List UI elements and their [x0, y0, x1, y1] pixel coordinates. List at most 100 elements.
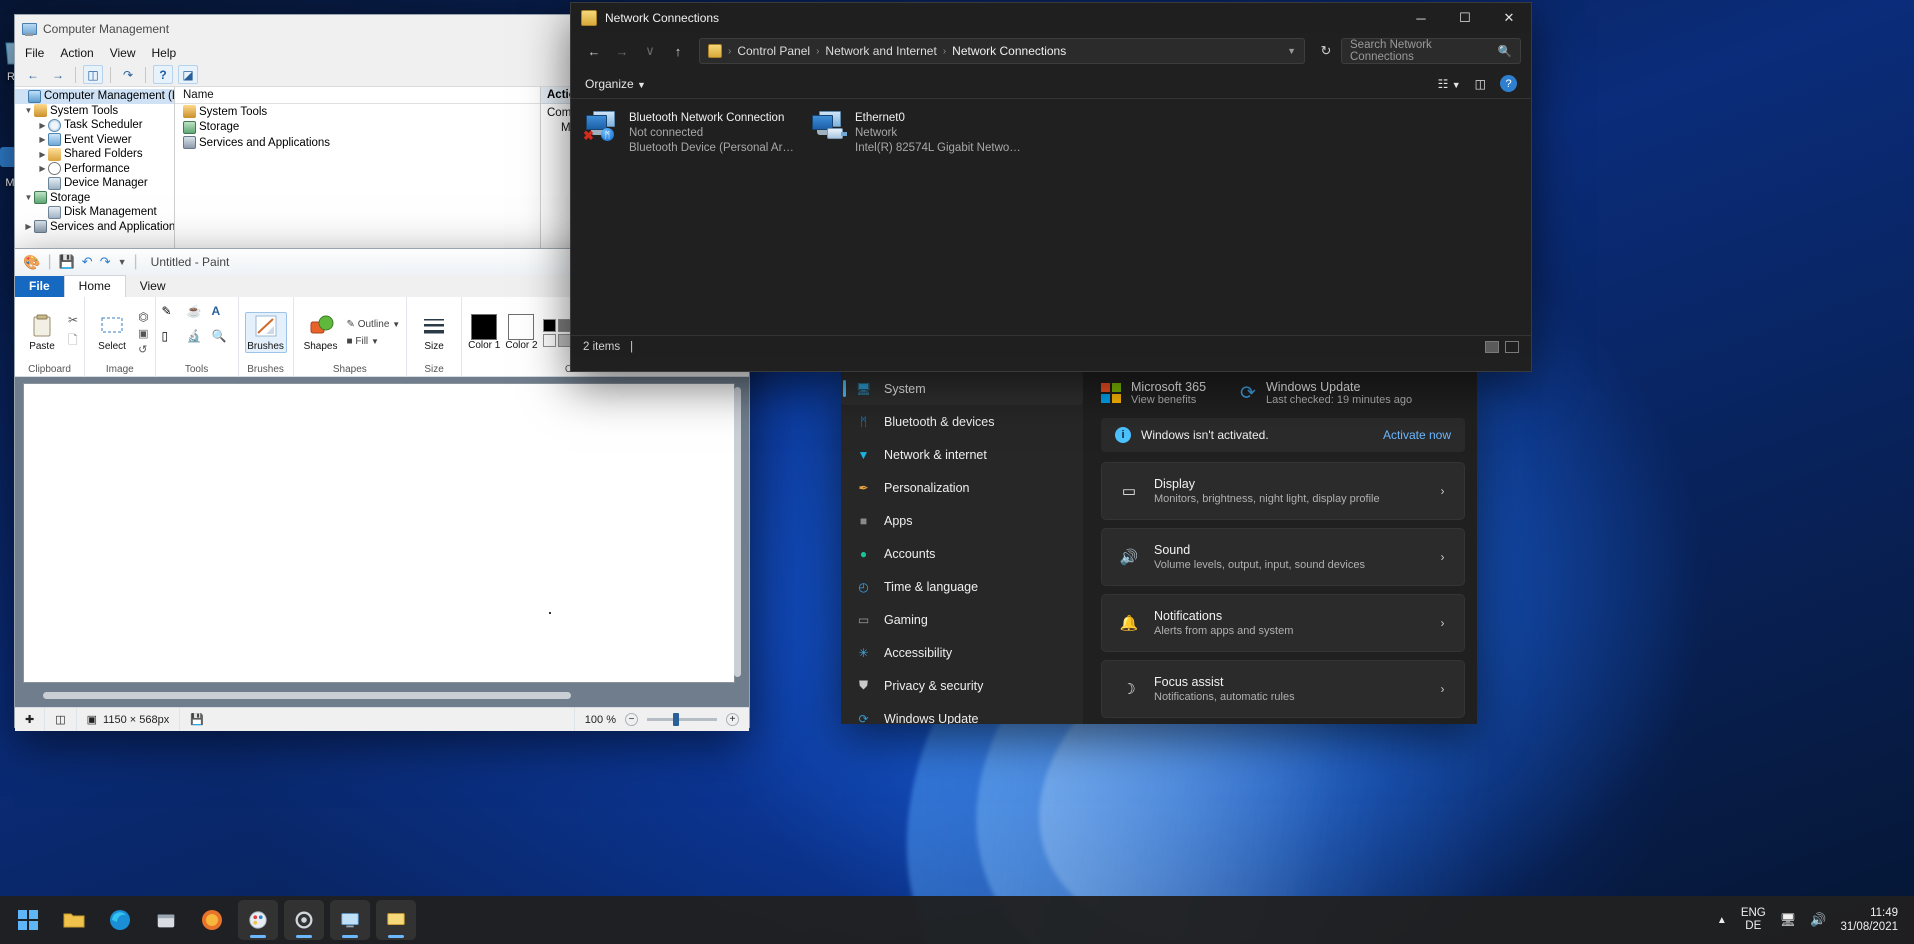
- network-connections-commandbar[interactable]: Organize ▼ ☷ ▼ ◫ ?: [571, 69, 1531, 99]
- network-connections-navbar[interactable]: ← → ∨ ↑ › Control Panel › Network and In…: [571, 33, 1531, 69]
- windows-update-card[interactable]: ⟳ Windows Update Last checked: 19 minute…: [1240, 380, 1412, 406]
- paint-logo-icon[interactable]: 🎨: [23, 254, 40, 271]
- crop-icon[interactable]: ⏣: [138, 310, 148, 324]
- export-list-icon[interactable]: ↷: [118, 65, 138, 84]
- help-icon[interactable]: ?: [1500, 75, 1517, 92]
- maximize-button[interactable]: ☐: [1443, 3, 1487, 33]
- pencil-icon[interactable]: ✎: [162, 304, 182, 318]
- search-icon[interactable]: 🔍: [1498, 44, 1512, 58]
- tiles-view-icon[interactable]: [1505, 340, 1519, 353]
- close-button[interactable]: ✕: [1487, 3, 1531, 33]
- sidebar-item-bluetooth-devices[interactable]: ᛗ Bluetooth & devices: [841, 405, 1083, 438]
- organize-button[interactable]: Organize ▼: [585, 77, 646, 91]
- clock[interactable]: 11:49 31/08/2021: [1840, 906, 1898, 934]
- tree-chevron-collapsed[interactable]: ▶: [37, 135, 48, 144]
- color-swatch[interactable]: [557, 333, 571, 347]
- tree-item-storage[interactable]: ▼ Storage: [15, 191, 174, 206]
- network-adapter-ethernet0[interactable]: Ethernet0 Network Intel(R) 82574L Gigabit …: [811, 111, 1023, 156]
- tree-item-event-viewer[interactable]: ▶ Event Viewer: [15, 133, 174, 148]
- volume-icon[interactable]: 🔊: [1810, 912, 1826, 928]
- sidebar-item-accounts[interactable]: ● Accounts: [841, 537, 1083, 570]
- color2-button[interactable]: Color 2: [505, 314, 538, 351]
- sidebar-item-privacy-security[interactable]: ⛊ Privacy & security: [841, 669, 1083, 702]
- tree-item-computer-management[interactable]: Computer Management (Local: [15, 89, 174, 104]
- taskbar-computer-management[interactable]: [330, 900, 370, 940]
- taskbar-settings[interactable]: [284, 900, 324, 940]
- tree-chevron-expanded[interactable]: ▼: [23, 193, 34, 202]
- tab-view[interactable]: View: [126, 276, 180, 297]
- computer-management-toolbar[interactable]: ← → ◫ ↷ ? ◪: [15, 63, 625, 87]
- eraser-icon[interactable]: ▯: [162, 329, 182, 343]
- show-hide-action-pane-icon[interactable]: ◪: [178, 65, 198, 84]
- list-item[interactable]: Services and Applications: [175, 135, 540, 151]
- tree-chevron-collapsed[interactable]: ▶: [37, 150, 48, 159]
- settings-card-display[interactable]: ▭ Display Monitors, brightness, night ligh…: [1101, 462, 1465, 520]
- fill-icon[interactable]: ☕: [187, 304, 207, 318]
- console-tree[interactable]: Computer Management (Local ▼ System Tool…: [15, 87, 175, 259]
- details-view-icon[interactable]: [1485, 340, 1499, 353]
- sidebar-item-apps[interactable]: ■ Apps: [841, 504, 1083, 537]
- refresh-icon[interactable]: ↻: [1313, 38, 1339, 64]
- sidebar-item-personalization[interactable]: ✒ Personalization: [841, 471, 1083, 504]
- minimize-button[interactable]: ─: [1399, 3, 1443, 33]
- forward-arrow-icon[interactable]: →: [48, 65, 68, 84]
- sidebar-item-gaming[interactable]: ▭ Gaming: [841, 603, 1083, 636]
- system-tray[interactable]: ▲ ENG DE 🖥 🔊 11:49 31/08/2021: [1717, 906, 1914, 934]
- view-options-icon[interactable]: ☷ ▼: [1438, 77, 1461, 91]
- sidebar-item-accessibility[interactable]: ✳ Accessibility: [841, 636, 1083, 669]
- tree-chevron-collapsed[interactable]: ▶: [23, 222, 34, 231]
- menu-file[interactable]: File: [25, 46, 44, 60]
- start-button[interactable]: [8, 900, 48, 940]
- settings-main[interactable]: Microsoft 365 View benefits ⟳ Windows Up…: [1083, 372, 1477, 724]
- tree-item-system-tools[interactable]: ▼ System Tools: [15, 104, 174, 119]
- breadcrumb-network-connections[interactable]: Network Connections: [952, 44, 1066, 58]
- network-connections-window[interactable]: Network Connections ─ ☐ ✕ ← → ∨ ↑ › Cont…: [570, 2, 1532, 372]
- settings-card-focus-assist[interactable]: ☽ Focus assist Notifications, automatic ru…: [1101, 660, 1465, 718]
- show-hide-console-tree-icon[interactable]: ◫: [83, 65, 103, 84]
- menu-view[interactable]: View: [110, 46, 136, 60]
- back-button[interactable]: ←: [581, 38, 607, 64]
- chevron-up-icon[interactable]: ▲: [1717, 915, 1727, 926]
- recent-locations-button[interactable]: ∨: [637, 38, 663, 64]
- taskbar-file-explorer[interactable]: [54, 900, 94, 940]
- rotate-icon[interactable]: ↺: [138, 343, 148, 356]
- sidebar-item-time-language[interactable]: ◴ Time & language: [841, 570, 1083, 603]
- search-input[interactable]: Search Network Connections 🔍: [1341, 38, 1521, 64]
- settings-card-sound[interactable]: 🔊 Sound Volume levels, output, input, soun…: [1101, 528, 1465, 586]
- color1-button[interactable]: Color 1: [468, 314, 500, 351]
- help-icon[interactable]: ?: [153, 65, 173, 84]
- tree-chevron-expanded[interactable]: ▼: [23, 106, 34, 115]
- select-button[interactable]: Select: [91, 313, 133, 352]
- customize-qat-icon[interactable]: ▼: [118, 257, 127, 267]
- breadcrumb-network-and-internet[interactable]: Network and Internet: [825, 44, 936, 58]
- redo-icon[interactable]: ↷: [100, 254, 111, 270]
- text-icon[interactable]: A: [212, 304, 232, 318]
- network-adapter-bluetooth-network-connection[interactable]: ᛗ ✖ Bluetooth Network Connection Not connec…: [583, 111, 797, 156]
- size-button[interactable]: Size: [413, 313, 455, 352]
- zoom-out-button[interactable]: −: [625, 713, 638, 726]
- tab-file[interactable]: File: [15, 276, 64, 297]
- zoom-cell[interactable]: 100 % − +: [575, 708, 749, 731]
- network-adapters-list[interactable]: ᛗ ✖ Bluetooth Network Connection Not connec…: [571, 99, 1531, 335]
- color-swatch[interactable]: [542, 318, 556, 332]
- microsoft-365-card[interactable]: Microsoft 365 View benefits: [1101, 380, 1206, 406]
- breadcrumb[interactable]: › Control Panel › Network and Internet ›…: [699, 38, 1305, 64]
- tree-item-services-and-applications[interactable]: ▶ Services and Applications: [15, 220, 174, 235]
- color-swatch[interactable]: [557, 318, 571, 332]
- taskbar[interactable]: ▲ ENG DE 🖥 🔊 11:49 31/08/2021: [0, 896, 1914, 944]
- list-item[interactable]: System Tools: [175, 104, 540, 120]
- paste-button[interactable]: Paste: [21, 313, 63, 352]
- brushes-button[interactable]: Brushes: [244, 312, 287, 353]
- save-icon[interactable]: 💾: [59, 254, 75, 270]
- taskbar-edge-browser[interactable]: [100, 900, 140, 940]
- menu-help[interactable]: Help: [152, 46, 177, 60]
- magnifier-icon[interactable]: 🔍: [212, 329, 232, 343]
- tree-item-device-manager[interactable]: Device Manager: [15, 176, 174, 191]
- taskbar-network-connections[interactable]: [376, 900, 416, 940]
- details-list[interactable]: Name System Tools Storage Services and A…: [175, 87, 541, 259]
- card-subtitle[interactable]: View benefits: [1131, 394, 1206, 406]
- sidebar-item-windows-update[interactable]: ⟳ Windows Update: [841, 702, 1083, 725]
- zoom-slider[interactable]: [647, 713, 717, 726]
- sidebar-item-network-internet[interactable]: ▼ Network & internet: [841, 438, 1083, 471]
- tree-item-shared-folders[interactable]: ▶ Shared Folders: [15, 147, 174, 162]
